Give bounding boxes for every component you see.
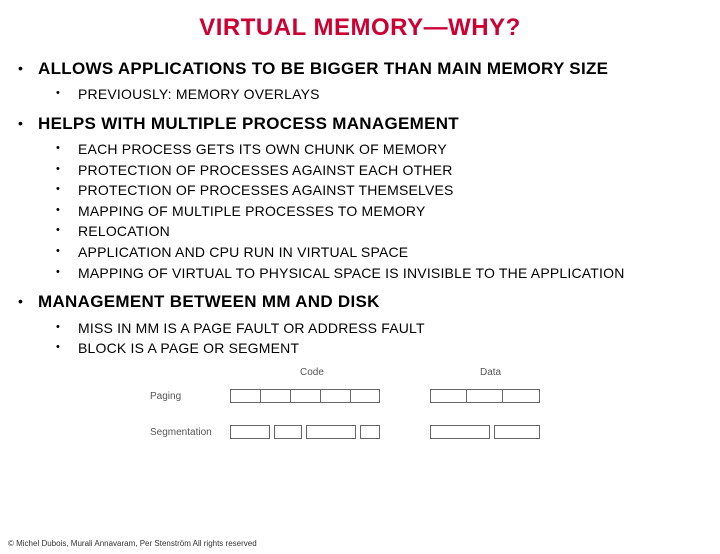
sub-item: PROTECTION OF PROCESSES AGAINST THEMSELV… [78,181,700,201]
diagram-row-label-segmentation: Segmentation [150,427,212,438]
seg-code-2 [274,425,302,439]
diagram-label-code: Code [300,367,324,378]
diagram-row-label-paging: Paging [150,391,181,402]
seg-data-1 [430,425,490,439]
sub-item: MAPPING OF VIRTUAL TO PHYSICAL SPACE IS … [78,264,700,284]
seg-code-3 [306,425,356,439]
copyright-footer: © Michel Dubois, Murali Annavaram, Per S… [8,539,257,548]
sub-item: APPLICATION AND CPU RUN IN VIRTUAL SPACE [78,243,700,263]
bullet-sublist: EACH PROCESS GETS ITS OWN CHUNK OF MEMOR… [78,140,700,283]
seg-code-4 [360,425,380,439]
sub-item: EACH PROCESS GETS ITS OWN CHUNK OF MEMOR… [78,140,700,160]
seg-data-2 [494,425,540,439]
diagram-label-data: Data [480,367,501,378]
bullet-heading: ALLOWS APPLICATIONS TO BE BIGGER THAN MA… [38,58,700,79]
bullet-heading: HELPS WITH MULTIPLE PROCESS MANAGEMENT [38,113,700,134]
sub-item: MAPPING OF MULTIPLE PROCESSES TO MEMORY [78,202,700,222]
sub-item: MISS IN MM IS A PAGE FAULT OR ADDRESS FA… [78,319,700,339]
paging-code-block [230,389,380,403]
bullet-list-top: ALLOWS APPLICATIONS TO BE BIGGER THAN MA… [38,58,700,359]
bullet-sublist: MISS IN MM IS A PAGE FAULT OR ADDRESS FA… [78,319,700,359]
bullet-heading: MANAGEMENT BETWEEN MM AND DISK [38,291,700,312]
paging-data-block [430,389,540,403]
bullet-sublist: PREVIOUSLY: MEMORY OVERLAYS [78,85,700,105]
bullet-item: ALLOWS APPLICATIONS TO BE BIGGER THAN MA… [38,58,700,105]
bullet-item: MANAGEMENT BETWEEN MM AND DISK MISS IN M… [38,291,700,358]
memory-diagram: Code Data Paging Segmentation [150,367,570,453]
sub-item: BLOCK IS A PAGE OR SEGMENT [78,339,700,359]
bullet-item: HELPS WITH MULTIPLE PROCESS MANAGEMENT E… [38,113,700,283]
sub-item: PREVIOUSLY: MEMORY OVERLAYS [78,85,700,105]
sub-item: PROTECTION OF PROCESSES AGAINST EACH OTH… [78,161,700,181]
slide-title: VIRTUAL MEMORY—WHY? [0,14,720,42]
seg-code-1 [230,425,270,439]
sub-item: RELOCATION [78,222,700,242]
